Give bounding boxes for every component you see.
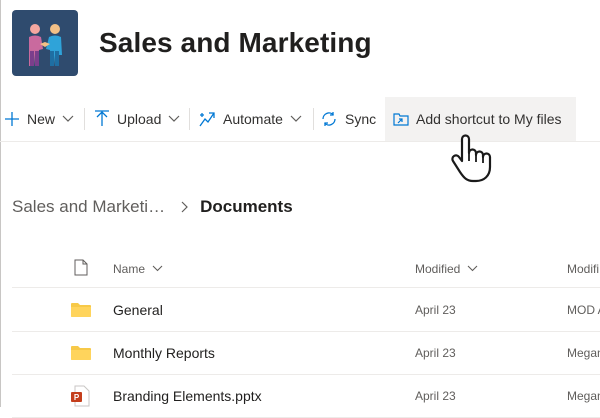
name-column-header[interactable]: Name	[113, 250, 163, 287]
file-name[interactable]: Monthly Reports	[113, 331, 215, 374]
modified-by-column-header[interactable]: Modifi	[567, 250, 599, 287]
file-type-column-header[interactable]	[74, 250, 88, 287]
command-separator	[84, 108, 85, 130]
window-left-border	[0, 0, 1, 407]
svg-text:P: P	[74, 393, 80, 402]
sync-icon	[320, 111, 338, 127]
automate-label: Automate	[223, 111, 283, 127]
folder-icon	[70, 288, 92, 331]
upload-button[interactable]: Upload	[94, 97, 180, 141]
breadcrumb-parent-link[interactable]: Sales and Marketi…	[12, 197, 165, 217]
site-title: Sales and Marketing	[99, 27, 372, 58]
new-button[interactable]: New	[4, 97, 74, 141]
add-shortcut-icon	[393, 112, 409, 126]
modified-by-column-label: Modifi	[567, 261, 600, 276]
hand-pointer-cursor-icon	[448, 133, 492, 190]
file-name[interactable]: General	[113, 288, 163, 331]
modified-column-header[interactable]: Modified	[415, 250, 478, 287]
automate-button[interactable]: Automate	[198, 97, 302, 141]
name-column-label: Name	[113, 261, 146, 276]
new-label: New	[27, 111, 56, 127]
chevron-down-icon	[62, 115, 74, 123]
modified-by: Megan	[567, 388, 600, 403]
chevron-right-icon	[181, 201, 189, 213]
folder-icon	[70, 331, 92, 374]
modified-column-label: Modified	[415, 261, 461, 276]
table-row[interactable]: P Branding Elements.pptx April 23 Megan	[12, 374, 600, 418]
table-row[interactable]: Monthly Reports April 23 Megan	[12, 331, 600, 375]
modified-by: Megan	[567, 345, 600, 360]
breadcrumb-current: Documents	[200, 197, 293, 216]
chevron-down-icon	[467, 265, 478, 272]
chevron-down-icon	[290, 115, 302, 123]
document-icon	[74, 259, 88, 279]
sync-label: Sync	[345, 111, 377, 127]
upload-label: Upload	[117, 111, 162, 127]
modified-date: April 23	[415, 345, 456, 360]
site-logo[interactable]	[12, 10, 78, 76]
modified-by: MOD A	[567, 302, 600, 317]
modified-date: April 23	[415, 388, 456, 403]
list-header: Name Modified Modifi	[12, 250, 600, 288]
powerpoint-file-icon: P	[70, 374, 90, 417]
modified-date: April 23	[415, 302, 456, 317]
command-separator	[313, 108, 314, 130]
add-shortcut-label: Add shortcut to My files	[416, 111, 562, 127]
chevron-down-icon	[152, 265, 163, 272]
plus-icon	[4, 111, 20, 127]
breadcrumb: Sales and Marketi… Documents	[12, 194, 293, 220]
automate-flow-icon	[198, 110, 216, 128]
handshake-people-icon	[29, 24, 62, 66]
file-name[interactable]: Branding Elements.pptx	[113, 374, 262, 417]
upload-arrow-icon	[94, 110, 110, 128]
command-separator	[189, 108, 190, 130]
sync-button[interactable]: Sync	[320, 97, 376, 141]
chevron-down-icon	[168, 115, 180, 123]
table-row[interactable]: General April 23 MOD A	[12, 288, 600, 332]
command-bar: New Upload Automate Sync Add shortcut to…	[0, 97, 600, 142]
